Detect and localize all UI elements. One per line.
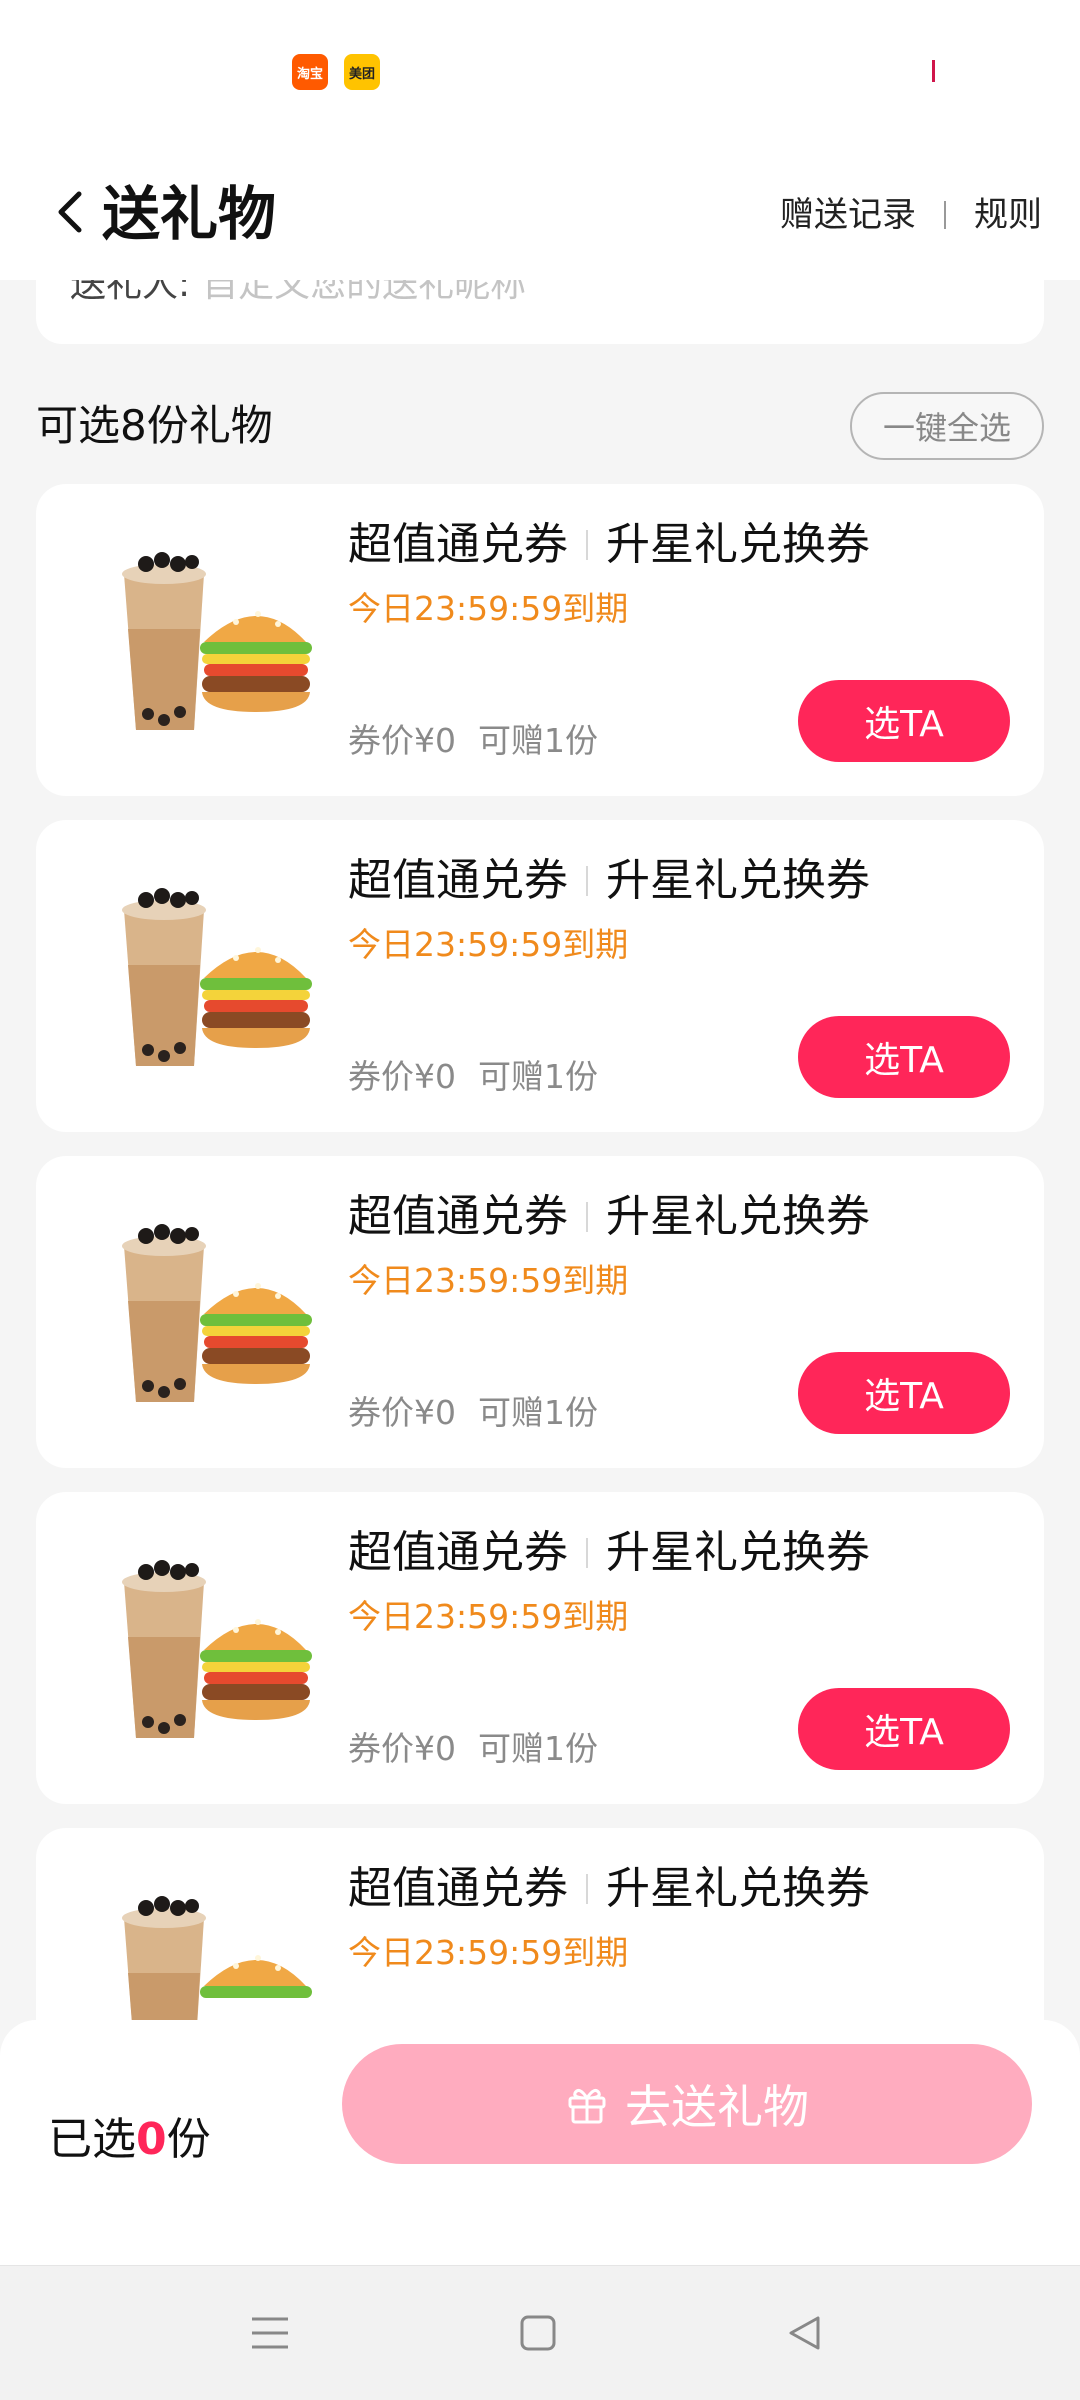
milk-tea-burger-illustration: [122, 1224, 312, 1402]
gift-name: 超值通兑券 升星礼兑换券: [348, 1856, 870, 1922]
gift-meta: 券价¥0 可赠1份: [348, 1052, 598, 1102]
selectable-count-title: 可选8份礼物: [36, 401, 273, 450]
gift-name: 超值通兑券 升星礼兑换券: [348, 1184, 870, 1250]
gift-type: 超值通兑券: [348, 1527, 568, 1578]
back-triangle-icon: [789, 2316, 820, 2350]
name-divider: [586, 866, 588, 896]
gift-card: 超值通兑券 升星礼兑换券 今日23:59:59到期 券价¥0 可赠1份 选TA: [36, 1156, 1044, 1468]
gift-type: 超值通兑券: [348, 1863, 568, 1914]
gift-meta: 券价¥0 可赠1份: [348, 1724, 598, 1774]
gift-image: [96, 870, 326, 1080]
nav-menu-button[interactable]: [240, 2308, 300, 2358]
selected-number: 0: [136, 2114, 167, 2165]
nav-back-button[interactable]: [774, 2308, 834, 2358]
header-links: 赠送记录 规则: [780, 190, 1042, 240]
gift-title: 升星礼兑换券: [606, 519, 870, 570]
gift-expire: 今日23:59:59到期: [348, 1261, 629, 1300]
name-divider: [586, 530, 588, 560]
gift-title: 升星礼兑换券: [606, 1863, 870, 1914]
select-gift-button[interactable]: 选TA: [798, 680, 1010, 762]
gift-price: 券价¥0: [348, 1057, 456, 1096]
gift-name: 超值通兑券 升星礼兑换券: [348, 512, 870, 578]
gift-meta: 券价¥0 可赠1份: [348, 1388, 598, 1438]
home-square-icon: [520, 2315, 556, 2351]
bottom-action-bar: 已选0份 去送礼物: [0, 2020, 1080, 2265]
gift-type: 超值通兑券: [348, 855, 568, 906]
gift-title: 升星礼兑换券: [606, 1191, 870, 1242]
name-divider: [586, 1874, 588, 1904]
meituan-app-icon: 美团: [344, 54, 380, 90]
gift-quota: 可赠1份: [478, 1729, 598, 1768]
taobao-badge-label: 淘宝: [296, 66, 323, 82]
gift-card: 超值通兑券 升星礼兑换券 今日23:59:59到期: [36, 1828, 1044, 2048]
gift-type: 超值通兑券: [348, 519, 568, 570]
header-divider: [944, 201, 946, 229]
gift-price: 券价¥0: [348, 1729, 456, 1768]
gift-image: [96, 534, 326, 744]
send-gift-button[interactable]: 去送礼物: [342, 2044, 1032, 2164]
gift-name: 超值通兑券 升星礼兑换券: [348, 1520, 870, 1586]
name-divider: [586, 1538, 588, 1568]
gift-expire: 今日23:59:59到期: [348, 1933, 629, 1972]
gift-card: 超值通兑券 升星礼兑换券 今日23:59:59到期 券价¥0 可赠1份 选TA: [36, 820, 1044, 1132]
menu-icon: [252, 2317, 288, 2349]
header: 送礼物 赠送记录 规则: [0, 150, 1080, 280]
selected-suffix: 份: [166, 2114, 211, 2165]
selected-count: 已选0份: [48, 2110, 211, 2170]
gift-expire: 今日23:59:59到期: [348, 925, 629, 964]
gift-history-link[interactable]: 赠送记录: [780, 190, 916, 240]
gift-card: 超值通兑券 升星礼兑换券 今日23:59:59到期 券价¥0 可赠1份 选TA: [36, 1492, 1044, 1804]
gift-type: 超值通兑券: [348, 1191, 568, 1242]
gift-title: 升星礼兑换券: [606, 855, 870, 906]
gift-expire: 今日23:59:59到期: [348, 1597, 629, 1636]
gift-meta: 券价¥0 可赠1份: [348, 716, 598, 766]
taobao-app-icon: 淘宝: [292, 54, 328, 90]
gift-quota: 可赠1份: [478, 1057, 598, 1096]
milk-tea-burger-illustration: [122, 1560, 312, 1738]
chevron-left-icon: [58, 191, 82, 233]
gift-quota: 可赠1份: [478, 1393, 598, 1432]
rules-link[interactable]: 规则: [974, 190, 1042, 240]
screen: 淘宝 美团 送礼人: 自定义您的送礼昵称 送礼物 赠送记录 规则 可选8份礼物 一…: [0, 0, 1080, 2400]
gift-price: 券价¥0: [348, 1393, 456, 1432]
status-indicator: [932, 60, 935, 82]
page-title: 送礼物: [102, 180, 277, 248]
gift-image: [96, 1206, 326, 1416]
send-gift-label: 去送礼物: [625, 2080, 809, 2134]
gift-quota: 可赠1份: [478, 721, 598, 760]
select-gift-button[interactable]: 选TA: [798, 1352, 1010, 1434]
select-gift-button[interactable]: 选TA: [798, 1016, 1010, 1098]
gift-title: 升星礼兑换券: [606, 1527, 870, 1578]
gift-expire: 今日23:59:59到期: [348, 589, 629, 628]
select-gift-button[interactable]: 选TA: [798, 1688, 1010, 1770]
status-bar: 淘宝 美团: [0, 0, 1080, 150]
gift-icon: [568, 2088, 606, 2124]
gift-image: [96, 1542, 326, 1752]
selectable-header: 可选8份礼物 一键全选: [36, 388, 1044, 464]
nav-home-button[interactable]: [508, 2308, 568, 2358]
meituan-badge-label: 美团: [348, 66, 375, 82]
gift-price: 券价¥0: [348, 721, 456, 760]
milk-tea-burger-illustration: [122, 552, 312, 730]
name-divider: [586, 1202, 588, 1232]
select-all-button[interactable]: 一键全选: [850, 392, 1044, 460]
system-nav-bar: [0, 2265, 1080, 2400]
milk-tea-burger-illustration: [122, 888, 312, 1066]
selected-prefix: 已选: [48, 2114, 136, 2165]
gift-name: 超值通兑券 升星礼兑换券: [348, 848, 870, 914]
back-button[interactable]: [44, 182, 96, 242]
gift-card: 超值通兑券 升星礼兑换券 今日23:59:59到期 券价¥0 可赠1份 选TA: [36, 484, 1044, 796]
